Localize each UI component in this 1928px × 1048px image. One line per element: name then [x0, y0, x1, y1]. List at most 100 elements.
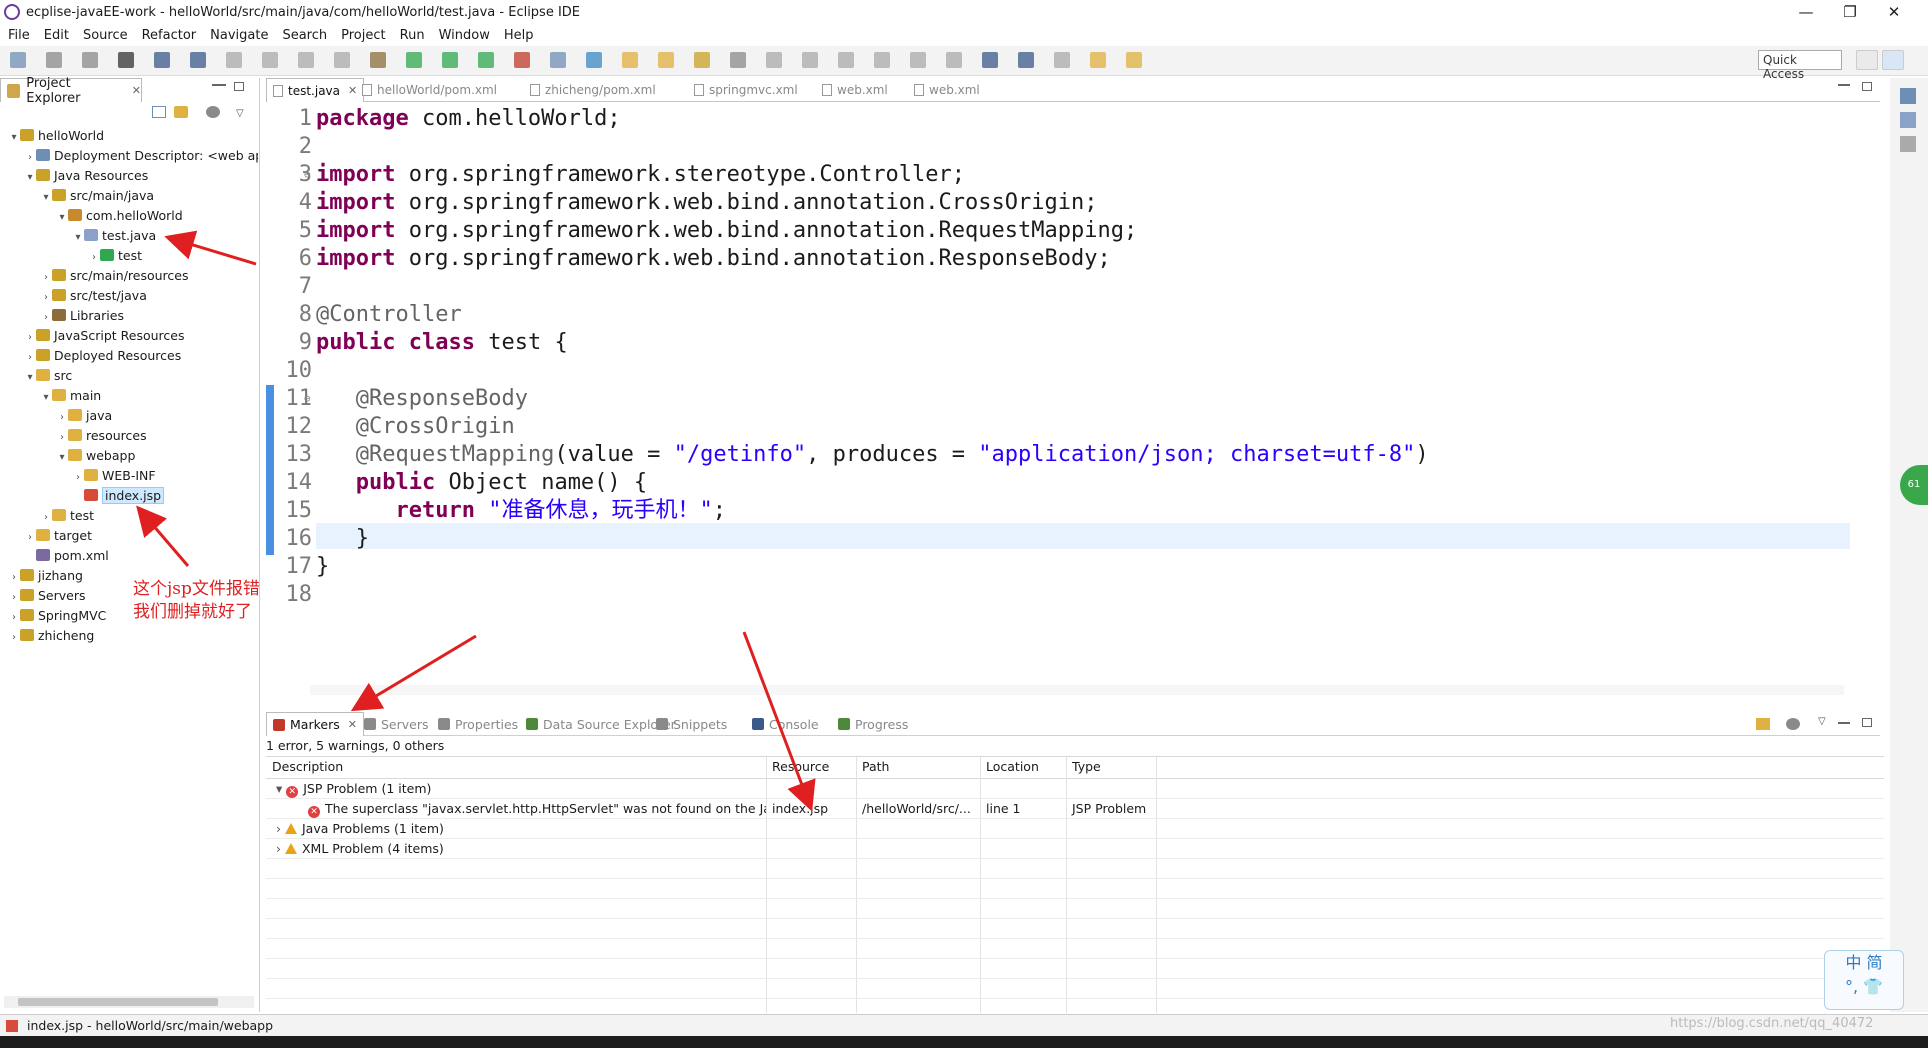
expand-toggle-icon[interactable]: ▾	[8, 128, 20, 146]
expand-toggle-icon[interactable]: ›	[276, 841, 285, 856]
horizontal-scrollbar[interactable]	[4, 996, 254, 1008]
column-header[interactable]: Type	[1066, 757, 1101, 777]
toolbar-button-icon[interactable]	[622, 52, 638, 68]
expand-toggle-icon[interactable]: ›	[56, 428, 68, 446]
tree-item[interactable]: ▾ test.java	[0, 226, 258, 246]
toolbar-button-icon[interactable]	[946, 52, 962, 68]
expand-toggle-icon[interactable]: ›	[72, 468, 84, 486]
toolbar-button-icon[interactable]	[442, 52, 458, 68]
expand-toggle-icon[interactable]: ›	[24, 528, 36, 546]
tree-item[interactable]: › JavaScript Resources	[0, 326, 258, 346]
close-icon[interactable]: ✕	[132, 84, 141, 97]
menu-item-file[interactable]: File	[8, 28, 30, 43]
tree-item[interactable]: › zhicheng	[0, 626, 258, 646]
editor-tab[interactable]: zhicheng/pom.xml	[530, 78, 656, 102]
expand-toggle-icon[interactable]: ▾	[24, 368, 36, 386]
maximize-editor-icon[interactable]	[1862, 82, 1872, 91]
expand-toggle-icon[interactable]: ▾	[40, 388, 52, 406]
expand-toggle-icon[interactable]: ›	[40, 268, 52, 286]
toolbar-button-icon[interactable]	[1126, 52, 1142, 68]
tree-item[interactable]: ▾ Java Resources	[0, 166, 258, 186]
focus-on-active-task-icon[interactable]	[1756, 718, 1770, 730]
table-row[interactable]: ▾ ✕ JSP Problem (1 item)	[266, 779, 1884, 799]
close-icon[interactable]: ✕	[348, 718, 357, 731]
expand-toggle-icon[interactable]: ›	[40, 508, 52, 526]
toolbar-button-icon[interactable]	[730, 52, 746, 68]
expand-toggle-icon[interactable]: ▾	[56, 208, 68, 226]
expand-toggle-icon[interactable]: ›	[88, 248, 100, 266]
restore-button[interactable]: ❐	[1828, 0, 1872, 24]
editor-tab[interactable]: web.xml	[914, 78, 980, 102]
expand-toggle-icon[interactable]: ›	[24, 148, 36, 166]
column-header[interactable]: Location	[980, 757, 1039, 777]
toolbar-button-icon[interactable]	[874, 52, 890, 68]
toolbar-button-icon[interactable]	[514, 52, 530, 68]
tree-item[interactable]: › java	[0, 406, 258, 426]
focus-icon[interactable]	[206, 106, 220, 118]
table-row[interactable]: › Java Problems (1 item)	[266, 819, 1884, 839]
toolbar-button-icon[interactable]	[550, 52, 566, 68]
expand-toggle-icon[interactable]: ›	[276, 821, 285, 836]
expand-toggle-icon[interactable]: ▾	[40, 188, 52, 206]
tree-item[interactable]: ▾ helloWorld	[0, 126, 258, 146]
column-header[interactable]: Path	[856, 757, 889, 777]
maximize-view-icon[interactable]	[234, 82, 244, 91]
toolbar-button-icon[interactable]	[982, 52, 998, 68]
minimize-markers-icon[interactable]	[1838, 722, 1850, 724]
toolbar-button-icon[interactable]	[406, 52, 422, 68]
editor-tab[interactable]: helloWorld/pom.xml	[362, 78, 497, 102]
tree-item[interactable]: index.jsp	[0, 486, 258, 506]
view-menu-icon[interactable]: ▽	[1818, 716, 1826, 727]
expand-toggle-icon[interactable]: ▾	[72, 228, 84, 246]
editor-tab[interactable]: springmvc.xml	[694, 78, 798, 102]
toolbar-button-icon[interactable]	[1090, 52, 1106, 68]
toolbar-button-icon[interactable]	[802, 52, 818, 68]
table-row[interactable]: › XML Problem (4 items)	[266, 839, 1884, 859]
toolbar-button-icon[interactable]	[694, 52, 710, 68]
toolbar-button-icon[interactable]	[1054, 52, 1070, 68]
expand-toggle-icon[interactable]: ›	[8, 568, 20, 586]
expand-toggle-icon[interactable]: ▾	[56, 448, 68, 466]
menu-item-navigate[interactable]: Navigate	[210, 28, 268, 43]
editor-tab[interactable]: web.xml	[822, 78, 888, 102]
bottom-tab-progress[interactable]: Progress	[838, 712, 908, 736]
toolbar-button-icon[interactable]	[118, 52, 134, 68]
toolbar-button-icon[interactable]	[766, 52, 782, 68]
editor-tab[interactable]: test.java ✕	[266, 78, 365, 102]
column-header[interactable]: Resource	[766, 757, 829, 777]
filter-icon[interactable]	[1786, 718, 1800, 730]
expand-toggle-icon[interactable]: ›	[40, 288, 52, 306]
code-editor[interactable]: 1 package com.helloWorld; 2 3 ⊖ import org.sp…	[266, 103, 1860, 695]
tree-item[interactable]: › target	[0, 526, 258, 546]
toolbar-button-icon[interactable]	[190, 52, 206, 68]
toolbar-button-icon[interactable]	[262, 52, 278, 68]
collapse-all-icon[interactable]	[152, 106, 166, 118]
ime-widget[interactable]: 中 简 °, 👕	[1824, 950, 1904, 1010]
tree-item[interactable]: › src/main/resources	[0, 266, 258, 286]
menu-item-window[interactable]: Window	[439, 28, 490, 43]
menu-item-run[interactable]: Run	[400, 28, 425, 43]
menu-item-search[interactable]: Search	[282, 28, 327, 43]
table-row[interactable]: ✕ The superclass "javax.servlet.http.Http…	[266, 799, 1884, 819]
expand-toggle-icon[interactable]: ›	[8, 628, 20, 646]
minimize-editor-icon[interactable]	[1838, 84, 1850, 86]
open-perspective-icon[interactable]	[1856, 50, 1878, 70]
toolbar-button-icon[interactable]	[10, 52, 26, 68]
tree-item[interactable]: › resources	[0, 426, 258, 446]
toolbar-button-icon[interactable]	[1018, 52, 1034, 68]
menu-item-help[interactable]: Help	[504, 28, 534, 43]
view-menu-icon[interactable]: ▽	[236, 108, 244, 119]
tree-item[interactable]: › Deployment Descriptor: <web app>	[0, 146, 258, 166]
tree-item[interactable]: › WEB-INF	[0, 466, 258, 486]
menu-item-refactor[interactable]: Refactor	[142, 28, 197, 43]
bottom-tab-properties[interactable]: Properties	[438, 712, 518, 736]
project-explorer-tab[interactable]: Project Explorer ✕	[0, 76, 142, 106]
toolbar-button-icon[interactable]	[82, 52, 98, 68]
menu-item-edit[interactable]: Edit	[44, 28, 69, 43]
minimize-button[interactable]: —	[1784, 0, 1828, 24]
tree-item[interactable]: ▾ src/main/java	[0, 186, 258, 206]
tree-item[interactable]: ▾ webapp	[0, 446, 258, 466]
tree-item[interactable]: › test	[0, 246, 258, 266]
toolbar-button-icon[interactable]	[658, 52, 674, 68]
minimize-view-icon[interactable]	[212, 84, 226, 86]
